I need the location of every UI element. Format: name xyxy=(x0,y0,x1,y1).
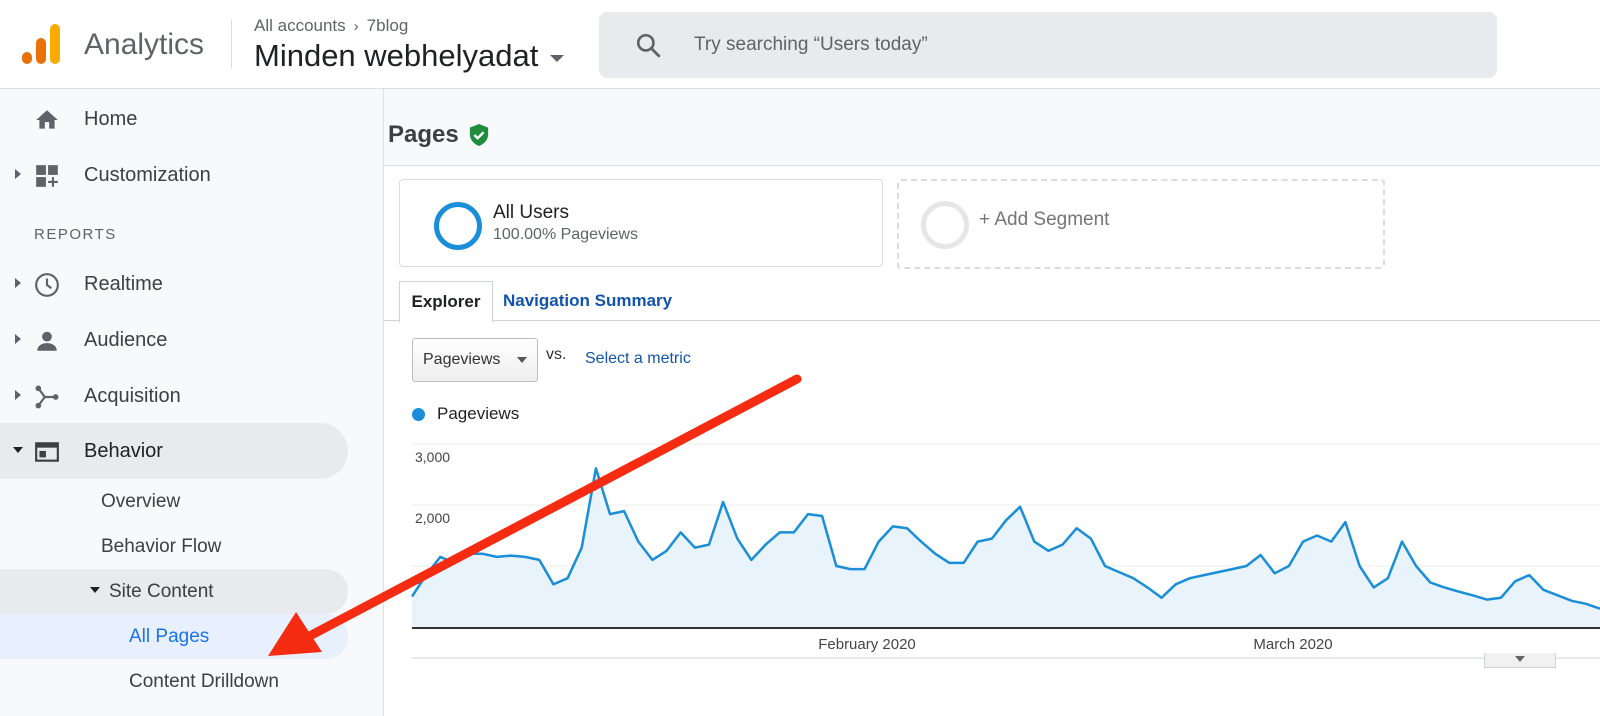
dashboard-icon xyxy=(36,165,58,187)
property-selector[interactable]: Minden webhelyadat xyxy=(254,38,565,74)
top-header: Analytics All accounts › 7blog Minden we… xyxy=(0,0,1600,89)
sidebar-item-behavior[interactable]: Behavior xyxy=(0,423,383,479)
search-icon xyxy=(636,33,661,58)
analytics-logo-icon[interactable] xyxy=(22,24,60,66)
sidebar-item-label: Acquisition xyxy=(84,385,181,407)
sidebar-item-label: Customization xyxy=(84,164,211,186)
y-tick-label: 3,000 xyxy=(415,449,450,465)
collapse-arrow-icon[interactable] xyxy=(13,447,23,453)
sidebar-item-content-drilldown[interactable]: Content Drilldown xyxy=(129,671,279,693)
expand-arrow-icon[interactable] xyxy=(15,169,21,179)
sidebar-item-site-content[interactable]: Site Content xyxy=(109,581,214,603)
breadcrumb[interactable]: All accounts › 7blog xyxy=(254,16,408,36)
collapse-arrow-icon[interactable] xyxy=(90,587,100,593)
sidebar: Home Customization REPORTS Realtime Audi… xyxy=(0,89,384,716)
sidebar-item-label: Realtime xyxy=(84,273,163,295)
search-bar[interactable] xyxy=(599,12,1497,78)
property-name: Minden webhelyadat xyxy=(254,38,539,73)
sidebar-item-all-pages[interactable]: All Pages xyxy=(129,626,209,648)
x-tick-label: February 2020 xyxy=(818,636,916,653)
brand-name: Analytics xyxy=(84,28,205,61)
x-tick-label: March 2020 xyxy=(1253,636,1332,653)
reports-section-label: REPORTS xyxy=(34,226,117,243)
series-area xyxy=(412,468,1600,627)
breadcrumb-all-accounts[interactable]: All accounts xyxy=(254,16,346,36)
sidebar-item-customization[interactable]: Customization xyxy=(0,147,383,203)
expand-arrow-icon[interactable] xyxy=(15,278,21,288)
caret-down-icon xyxy=(1515,656,1525,662)
search-input[interactable] xyxy=(694,30,1454,60)
sidebar-item-behavior-flow[interactable]: Behavior Flow xyxy=(101,536,221,558)
sidebar-item-audience[interactable]: Audience xyxy=(0,312,383,368)
behavior-icon xyxy=(35,442,59,462)
header-divider xyxy=(231,20,232,68)
sidebar-item-label: Home xyxy=(84,108,138,130)
pageviews-chart: 3,0002,0001,000February 2020March 2020 xyxy=(410,443,1600,659)
clock-icon xyxy=(35,273,59,297)
expand-arrow-icon[interactable] xyxy=(15,334,21,344)
chevron-right-icon: › xyxy=(353,17,359,35)
sidebar-item-home[interactable]: Home xyxy=(0,91,383,147)
caret-down-icon xyxy=(550,54,565,62)
acquisition-icon xyxy=(35,385,59,409)
sidebar-item-realtime[interactable]: Realtime xyxy=(0,256,383,312)
sidebar-item-label: Audience xyxy=(84,329,168,351)
sidebar-item-acquisition[interactable]: Acquisition xyxy=(0,368,383,424)
y-tick-label: 2,000 xyxy=(415,510,450,526)
breadcrumb-account[interactable]: 7blog xyxy=(367,16,409,36)
sidebar-item-label: Behavior xyxy=(84,440,163,462)
chart-resize-handle[interactable] xyxy=(1484,653,1556,668)
main-content: Pages All Users 100.00% Pageviews + Add … xyxy=(384,89,1600,716)
person-icon xyxy=(37,331,57,351)
home-icon xyxy=(36,110,58,129)
sidebar-item-overview[interactable]: Overview xyxy=(101,491,180,513)
expand-arrow-icon[interactable] xyxy=(15,390,21,400)
